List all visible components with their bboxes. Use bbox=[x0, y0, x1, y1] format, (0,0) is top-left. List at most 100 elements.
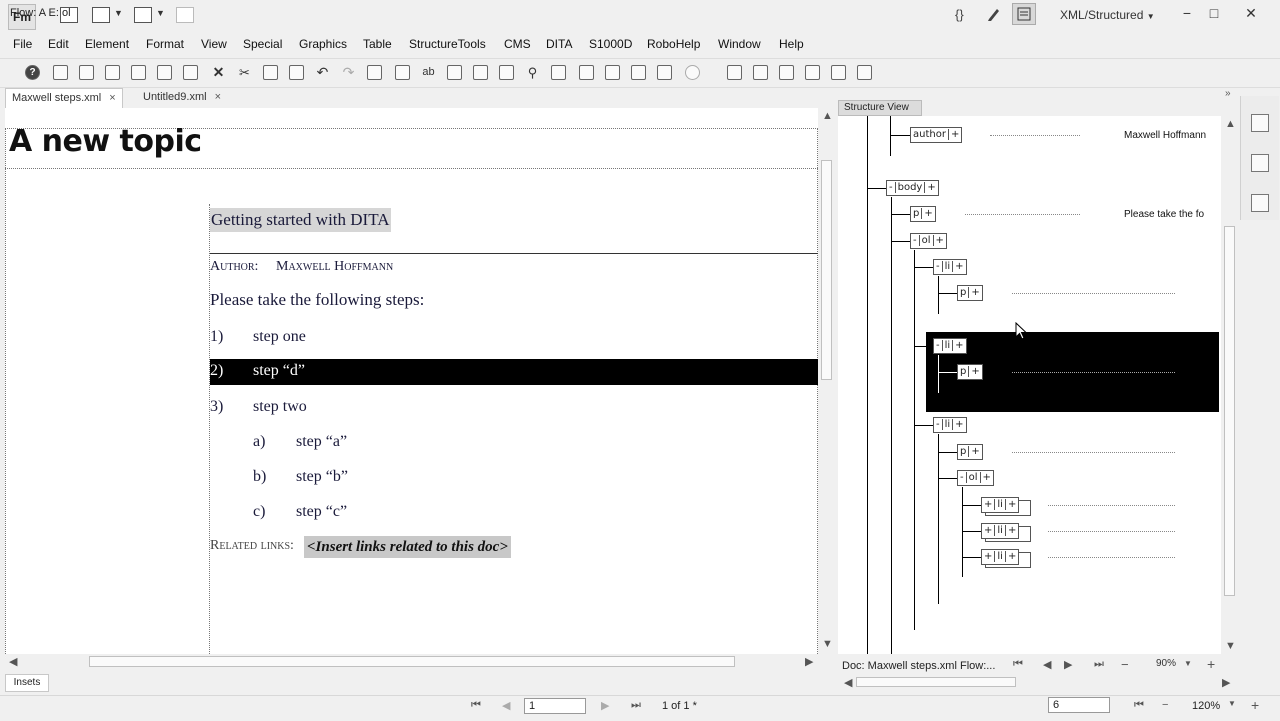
elements-icon[interactable] bbox=[753, 65, 768, 80]
menu-dita[interactable]: DITA bbox=[546, 37, 572, 51]
menu-cms[interactable]: CMS bbox=[504, 37, 531, 51]
first-element-icon[interactable]: ⏮ bbox=[1013, 658, 1023, 671]
menu-element[interactable]: Element bbox=[85, 37, 129, 51]
copy-icon[interactable] bbox=[263, 65, 278, 80]
paragraph-icon[interactable] bbox=[657, 65, 672, 80]
previous-page-icon[interactable]: ◀ bbox=[502, 699, 510, 712]
save-icon[interactable] bbox=[105, 65, 120, 80]
collapse-panel-icon[interactable]: » bbox=[1225, 88, 1231, 99]
paragraph-designer-icon[interactable] bbox=[1251, 114, 1269, 132]
short-description[interactable]: Getting started with DITA bbox=[210, 208, 391, 232]
scroll-thumb[interactable] bbox=[821, 160, 832, 380]
spell-check-icon[interactable] bbox=[551, 65, 566, 80]
menu-format[interactable]: Format bbox=[146, 37, 184, 51]
structure-node-p[interactable]: p + bbox=[910, 206, 936, 222]
character-designer-icon[interactable] bbox=[1251, 154, 1269, 172]
next-page-icon[interactable]: ▶ bbox=[601, 699, 609, 712]
menu-structuretools[interactable]: StructureTools bbox=[409, 37, 486, 51]
attributes-icon[interactable] bbox=[779, 65, 794, 80]
structure-view-horizontal-scrollbar[interactable]: ◀ ▶ bbox=[842, 676, 1234, 689]
chevron-down-icon[interactable]: ▼ bbox=[114, 8, 123, 18]
chevron-down-icon[interactable]: ▼ bbox=[156, 8, 165, 18]
redo-icon[interactable]: ↷ bbox=[341, 65, 356, 80]
menu-window[interactable]: Window bbox=[718, 37, 761, 51]
table-icon[interactable] bbox=[631, 65, 646, 80]
topic-title[interactable]: A new topic bbox=[9, 124, 202, 159]
author-name[interactable]: Maxwell Hoffmann bbox=[276, 259, 393, 275]
structure-node-p[interactable]: p + bbox=[957, 364, 983, 380]
scroll-left-icon[interactable]: ◀ bbox=[844, 676, 852, 689]
sublist-item[interactable]: c) step “c” bbox=[210, 501, 818, 527]
structure-node-ol[interactable]: - ol + bbox=[910, 233, 947, 249]
tab-maxwell-steps[interactable]: Maxwell steps.xml × bbox=[5, 88, 123, 109]
structure-view-tab[interactable]: Structure View bbox=[838, 100, 922, 116]
structure-node-li[interactable]: - li + bbox=[933, 417, 967, 433]
print-icon[interactable] bbox=[157, 65, 172, 80]
menu-edit[interactable]: Edit bbox=[48, 37, 69, 51]
menu-robohelp[interactable]: RoboHelp bbox=[647, 37, 700, 51]
scroll-up-icon[interactable]: ▲ bbox=[822, 110, 833, 122]
zoom-step-input[interactable]: 6 bbox=[1048, 697, 1110, 713]
lock-icon[interactable] bbox=[183, 65, 198, 80]
structure-node-li[interactable]: - li + bbox=[933, 259, 967, 275]
structure-node-li-selected[interactable]: - li + bbox=[933, 338, 967, 354]
list-item[interactable]: 3) step two bbox=[210, 396, 818, 422]
scroll-up-icon[interactable]: ▲ bbox=[1225, 118, 1236, 130]
zoom-out-icon[interactable]: − bbox=[1121, 657, 1129, 672]
list-text[interactable]: step “d” bbox=[253, 362, 305, 380]
zoom-out-icon[interactable]: − bbox=[1162, 699, 1168, 711]
cross-ref-icon[interactable] bbox=[473, 65, 488, 80]
find-icon[interactable] bbox=[499, 65, 514, 80]
menu-view[interactable]: View bbox=[201, 37, 227, 51]
workspace-switcher[interactable]: XML/Structured ▼ bbox=[1060, 8, 1155, 22]
screen-mode-icon[interactable] bbox=[134, 7, 152, 23]
menu-table[interactable]: Table bbox=[363, 37, 392, 51]
tab-untitled9[interactable]: Untitled9.xml × bbox=[137, 88, 227, 108]
list-text[interactable]: step “b” bbox=[296, 468, 348, 486]
sublist-item[interactable]: b) step “b” bbox=[210, 466, 818, 492]
open-folder-icon[interactable] bbox=[79, 65, 94, 80]
save-as-icon[interactable] bbox=[131, 65, 146, 80]
tree-icon[interactable] bbox=[805, 65, 820, 80]
close-icon[interactable]: × bbox=[109, 92, 115, 104]
spelling-icon[interactable]: ab bbox=[421, 65, 436, 80]
list-item-selected[interactable]: 2) step “d” bbox=[210, 359, 818, 385]
scroll-left-icon[interactable]: ◀ bbox=[9, 655, 17, 668]
close-icon[interactable]: × bbox=[215, 91, 221, 103]
menu-file[interactable]: File bbox=[13, 37, 32, 51]
structure-node-p[interactable]: p + bbox=[957, 444, 983, 460]
pencil-icon[interactable] bbox=[986, 6, 1000, 22]
edit-attributes-icon[interactable] bbox=[831, 65, 846, 80]
object-style-icon[interactable] bbox=[1251, 194, 1269, 212]
list-text[interactable]: step two bbox=[253, 398, 307, 416]
menu-special[interactable]: Special bbox=[243, 37, 282, 51]
arrange-icon[interactable] bbox=[176, 7, 194, 23]
sublist-item[interactable]: a) step “a” bbox=[210, 431, 818, 457]
cut-icon[interactable]: ✂ bbox=[237, 65, 252, 80]
maximize-button[interactable]: □ bbox=[1203, 3, 1225, 25]
list-text[interactable]: step “a” bbox=[296, 433, 347, 451]
search-icon[interactable]: ⚲ bbox=[525, 65, 540, 80]
insets-tab[interactable]: Insets bbox=[5, 674, 49, 692]
scroll-down-icon[interactable]: ▼ bbox=[1225, 640, 1236, 652]
undo-icon[interactable]: ↶ bbox=[315, 65, 330, 80]
scroll-thumb[interactable] bbox=[1224, 226, 1235, 596]
zoom-in-icon[interactable]: + bbox=[1207, 656, 1215, 672]
last-element-icon[interactable]: ⏭ bbox=[1094, 658, 1104, 671]
close-button[interactable]: ✕ bbox=[1240, 3, 1262, 25]
structure-icon[interactable] bbox=[727, 65, 742, 80]
text-frame-icon[interactable] bbox=[605, 65, 620, 80]
scroll-down-icon[interactable]: ▼ bbox=[822, 638, 833, 650]
structure-view-zoom[interactable]: 90% bbox=[1156, 658, 1176, 669]
align-center-icon[interactable] bbox=[579, 65, 594, 80]
structure-node-p[interactable]: p + bbox=[957, 285, 983, 301]
page-number-input[interactable]: 1 bbox=[524, 698, 586, 714]
xml-view-icon[interactable]: {} bbox=[955, 7, 964, 22]
structure-node-li-collapsed[interactable]: + li + bbox=[981, 497, 1020, 513]
page-view-icon[interactable]: ⏮ bbox=[1134, 699, 1144, 712]
list-text[interactable]: step “c” bbox=[296, 503, 347, 521]
link-icon[interactable] bbox=[395, 65, 410, 80]
structure-view-vertical-scrollbar[interactable]: ▲ ▼ bbox=[1221, 116, 1237, 654]
structure-node-li-collapsed[interactable]: + li + bbox=[981, 549, 1020, 565]
structure-node-ol[interactable]: - ol + bbox=[957, 470, 994, 486]
